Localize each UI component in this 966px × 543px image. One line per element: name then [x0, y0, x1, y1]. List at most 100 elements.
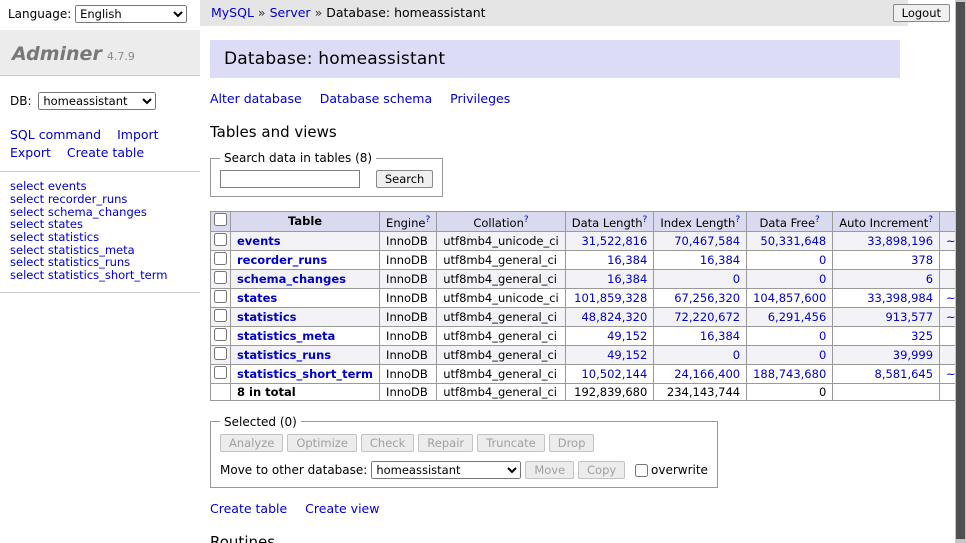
drop-button[interactable]: Drop — [549, 434, 595, 452]
table-name-link[interactable]: statistics_meta — [237, 329, 335, 343]
column-help-link[interactable]: ? — [524, 215, 529, 225]
sql-command-link[interactable]: SQL command — [10, 127, 101, 142]
move-db-select[interactable]: homeassistant — [371, 461, 521, 479]
row-checkbox[interactable] — [214, 347, 227, 360]
truncate-button[interactable]: Truncate — [477, 434, 545, 452]
table-name-link[interactable]: statistics — [237, 310, 297, 324]
row-checkbox[interactable] — [214, 233, 227, 246]
data-free-link[interactable]: 50,331,648 — [760, 234, 826, 248]
selected-buttons: AnalyzeOptimizeCheckRepairTruncateDrop — [220, 434, 708, 452]
export-link[interactable]: Export — [10, 145, 51, 160]
db-action-links: Alter database Database schema Privileges — [210, 91, 900, 106]
sidebar-table-links: select eventsselect recorder_runsselect … — [0, 172, 200, 293]
search-fieldset: Search data in tables (8) Search — [210, 151, 443, 197]
breadcrumb-link-mysql[interactable]: MySQL — [211, 5, 254, 20]
repair-button[interactable]: Repair — [418, 434, 473, 452]
overwrite-checkbox[interactable] — [635, 464, 648, 477]
row-checkbox[interactable] — [214, 290, 227, 303]
select-all-checkbox[interactable] — [214, 213, 227, 226]
auto-increment-link[interactable]: 33,898,196 — [867, 234, 933, 248]
check-button[interactable]: Check — [361, 434, 414, 452]
data-free-link[interactable]: 0 — [819, 272, 826, 286]
data-free-link[interactable]: 0 — [819, 329, 826, 343]
auto-increment-link[interactable]: 6 — [926, 272, 933, 286]
column-header-data-length: Data Length? — [565, 212, 654, 232]
import-link[interactable]: Import — [117, 127, 159, 142]
db-action-link[interactable]: Privileges — [450, 91, 510, 106]
sidebar-table-link[interactable]: select statistics_short_term — [10, 269, 200, 282]
column-help-link[interactable]: ? — [928, 215, 933, 225]
auto-increment-link[interactable]: 378 — [911, 253, 933, 267]
data-length-link[interactable]: 16,384 — [607, 253, 647, 267]
column-help-link[interactable]: ? — [425, 215, 430, 225]
index-length-link[interactable]: 24,166,400 — [674, 367, 740, 381]
logout-button[interactable]: Logout — [893, 4, 950, 22]
search-input[interactable] — [220, 170, 360, 188]
language-bar: Language: English — [8, 5, 187, 23]
db-select[interactable]: homeassistant — [38, 92, 156, 110]
table-name-link[interactable]: events — [237, 234, 281, 248]
index-length-link[interactable]: 16,384 — [700, 329, 740, 343]
column-help-link[interactable]: ? — [735, 215, 740, 225]
copy-button[interactable]: Copy — [578, 461, 625, 479]
data-free-link[interactable]: 188,743,680 — [753, 367, 826, 381]
auto-increment-link[interactable]: 33,398,984 — [867, 291, 933, 305]
scrollbar[interactable] — [955, 0, 966, 543]
create-link[interactable]: Create table — [210, 501, 287, 516]
sidebar-table-link[interactable]: select recorder_runs — [10, 193, 200, 206]
optimize-button[interactable]: Optimize — [287, 434, 357, 452]
total-row: 8 in total InnoDB utf8mb4_general_ci 192… — [211, 383, 966, 400]
tables-header-row: TableEngine?Collation?Data Length?Index … — [211, 212, 966, 232]
row-checkbox[interactable] — [214, 328, 227, 341]
overwrite-label: overwrite — [651, 463, 708, 477]
breadcrumb-link-server[interactable]: Server — [270, 5, 311, 20]
create-table-link[interactable]: Create table — [67, 145, 144, 160]
data-length-link[interactable]: 101,859,328 — [574, 291, 647, 305]
db-action-link[interactable]: Alter database — [210, 91, 302, 106]
table-name-link[interactable]: recorder_runs — [237, 253, 327, 267]
data-free-link[interactable]: 104,857,600 — [753, 291, 826, 305]
data-length-link[interactable]: 31,522,816 — [581, 234, 647, 248]
data-length-link[interactable]: 49,152 — [607, 348, 647, 362]
data-length-link[interactable]: 48,824,320 — [581, 310, 647, 324]
index-length-link[interactable]: 0 — [733, 348, 740, 362]
language-select[interactable]: English — [75, 5, 187, 23]
auto-increment-link[interactable]: 8,581,645 — [875, 367, 934, 381]
table-name-link[interactable]: statistics_short_term — [237, 367, 373, 381]
scrollbar-thumb[interactable] — [956, 2, 965, 539]
row-checkbox[interactable] — [214, 252, 227, 265]
table-name-link[interactable]: schema_changes — [237, 272, 346, 286]
data-length-link[interactable]: 10,502,144 — [581, 367, 647, 381]
db-action-link[interactable]: Database schema — [320, 91, 432, 106]
breadcrumb-separator: » — [258, 5, 266, 20]
row-checkbox[interactable] — [214, 309, 227, 322]
column-help-link[interactable]: ? — [815, 215, 820, 225]
data-length-link[interactable]: 16,384 — [607, 272, 647, 286]
column-help-link[interactable]: ? — [643, 215, 648, 225]
adminer-logo-link[interactable]: Adminer — [12, 43, 102, 65]
create-link[interactable]: Create view — [305, 501, 379, 516]
index-length-link[interactable]: 0 — [733, 272, 740, 286]
index-length-link[interactable]: 70,467,584 — [674, 234, 740, 248]
index-length-link[interactable]: 16,384 — [700, 253, 740, 267]
sidebar-table-link[interactable]: select statistics — [10, 231, 200, 244]
table-name-link[interactable]: states — [237, 291, 277, 305]
move-button[interactable]: Move — [525, 461, 574, 479]
index-length-link[interactable]: 72,220,672 — [674, 310, 740, 324]
index-length-link[interactable]: 67,256,320 — [674, 291, 740, 305]
data-free-link[interactable]: 0 — [819, 348, 826, 362]
row-checkbox[interactable] — [214, 271, 227, 284]
data-free-link[interactable]: 6,291,456 — [768, 310, 827, 324]
analyze-button[interactable]: Analyze — [220, 434, 283, 452]
data-length-link[interactable]: 49,152 — [607, 329, 647, 343]
sidebar: Adminer4.7.9 DB: homeassistant SQL comma… — [0, 30, 200, 293]
column-header-engine: Engine? — [380, 212, 437, 232]
row-checkbox[interactable] — [214, 366, 227, 379]
table-name-link[interactable]: statistics_runs — [237, 348, 331, 362]
auto-increment-link[interactable]: 325 — [911, 329, 933, 343]
auto-increment-link[interactable]: 39,999 — [893, 348, 933, 362]
search-button[interactable]: Search — [376, 170, 434, 188]
auto-increment-link[interactable]: 913,577 — [885, 310, 933, 324]
breadcrumb-separator: » — [315, 5, 323, 20]
data-free-link[interactable]: 0 — [819, 253, 826, 267]
